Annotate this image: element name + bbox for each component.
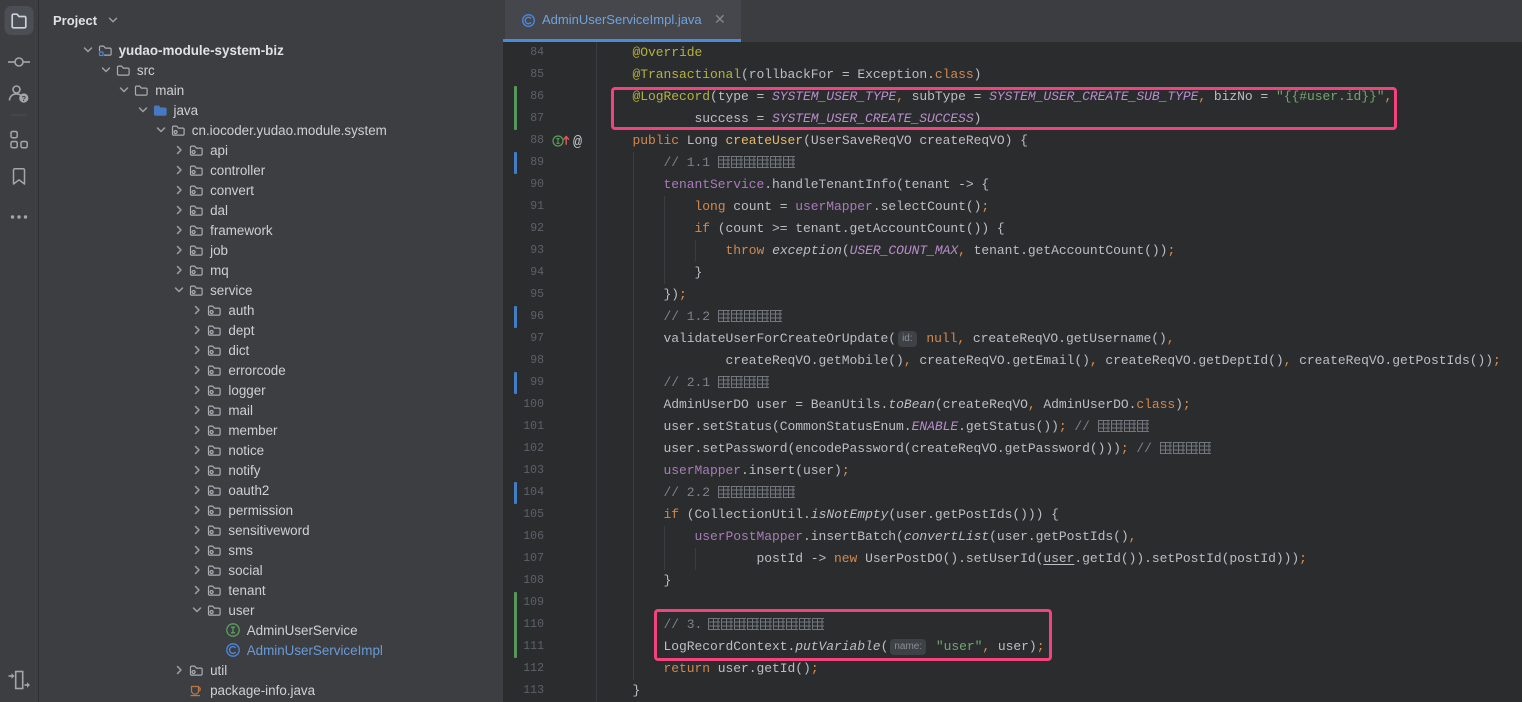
svg-text:?: ? <box>22 94 27 103</box>
svg-text:@: @ <box>573 134 582 151</box>
